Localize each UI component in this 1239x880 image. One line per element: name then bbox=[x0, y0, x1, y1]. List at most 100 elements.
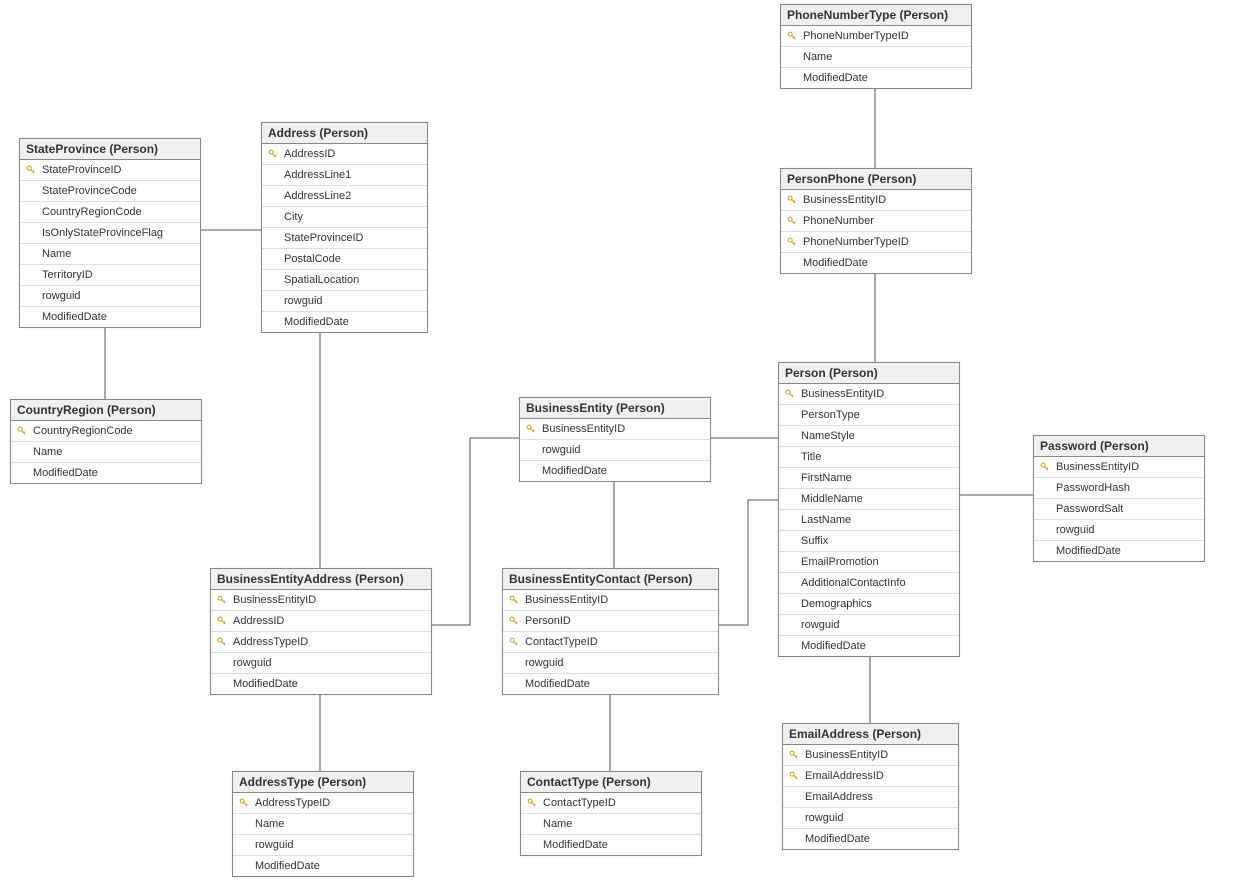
column-row[interactable]: rowguid bbox=[783, 808, 958, 829]
column-name: AddressTypeID bbox=[229, 636, 308, 648]
column-row[interactable]: Name bbox=[781, 47, 971, 68]
column-row[interactable]: Name bbox=[233, 814, 413, 835]
column-name: Name bbox=[539, 818, 572, 830]
column-row[interactable]: EmailAddress bbox=[783, 787, 958, 808]
column-row[interactable]: ModifiedDate bbox=[781, 68, 971, 88]
column-row[interactable]: ModifiedDate bbox=[20, 307, 200, 327]
column-row[interactable]: ModifiedDate bbox=[233, 856, 413, 876]
column-name: ModifiedDate bbox=[38, 311, 107, 323]
column-row[interactable]: AddressLine1 bbox=[262, 165, 427, 186]
column-row[interactable]: BusinessEntityID bbox=[503, 590, 718, 611]
column-row[interactable]: rowguid bbox=[520, 440, 710, 461]
entity-businessentityaddress[interactable]: BusinessEntityAddress (Person)BusinessEn… bbox=[210, 568, 432, 695]
column-row[interactable]: rowguid bbox=[20, 286, 200, 307]
column-row[interactable]: MiddleName bbox=[779, 489, 959, 510]
column-row[interactable]: LastName bbox=[779, 510, 959, 531]
column-row[interactable]: AddressLine2 bbox=[262, 186, 427, 207]
column-row[interactable]: BusinessEntityID bbox=[783, 745, 958, 766]
column-row[interactable]: Name bbox=[521, 814, 701, 835]
column-row[interactable]: FirstName bbox=[779, 468, 959, 489]
column-row[interactable]: Title bbox=[779, 447, 959, 468]
column-row[interactable]: AddressTypeID bbox=[211, 632, 431, 653]
entity-phonenumbertype[interactable]: PhoneNumberType (Person)PhoneNumberTypeI… bbox=[780, 4, 972, 89]
column-name: Name bbox=[29, 446, 62, 458]
column-row[interactable]: rowguid bbox=[779, 615, 959, 636]
entity-contacttype[interactable]: ContactType (Person)ContactTypeID Name Mod… bbox=[520, 771, 702, 856]
column-row[interactable]: AddressID bbox=[262, 144, 427, 165]
column-row[interactable]: rowguid bbox=[503, 653, 718, 674]
column-row[interactable]: Name bbox=[11, 442, 201, 463]
entity-addresstype[interactable]: AddressType (Person)AddressTypeIDNamerow… bbox=[232, 771, 414, 877]
entity-password[interactable]: Password (Person)BusinessEntityIDPasswor… bbox=[1033, 435, 1205, 562]
column-name: PhoneNumberTypeID bbox=[799, 30, 909, 42]
column-row[interactable]: BusinessEntityID bbox=[779, 384, 959, 405]
column-row[interactable]: AddressID bbox=[211, 611, 431, 632]
entity-person[interactable]: Person (Person)BusinessEntityIDPersonTyp… bbox=[778, 362, 960, 657]
entity-businessentity[interactable]: BusinessEntity (Person)BusinessEntityIDr… bbox=[519, 397, 711, 482]
column-row[interactable]: PhoneNumberTypeID bbox=[781, 26, 971, 47]
column-row[interactable]: CountryRegionCode bbox=[20, 202, 200, 223]
column-row[interactable]: ModifiedDate bbox=[520, 461, 710, 481]
entity-title: BusinessEntity (Person) bbox=[520, 398, 710, 419]
column-row[interactable]: ModifiedDate bbox=[521, 835, 701, 855]
column-row[interactable]: SpatialLocation bbox=[262, 270, 427, 291]
entity-title: PersonPhone (Person) bbox=[781, 169, 971, 190]
column-row[interactable]: ModifiedDate bbox=[783, 829, 958, 849]
entity-countryregion[interactable]: CountryRegion (Person)CountryRegionCodeN… bbox=[10, 399, 202, 484]
column-row[interactable]: PhoneNumber bbox=[781, 211, 971, 232]
entity-personphone[interactable]: PersonPhone (Person)BusinessEntityIDPhon… bbox=[780, 168, 972, 274]
column-row[interactable]: PhoneNumberTypeID bbox=[781, 232, 971, 253]
column-name: EmailPromotion bbox=[797, 556, 879, 568]
column-row[interactable]: rowguid bbox=[1034, 520, 1204, 541]
column-name: ModifiedDate bbox=[797, 640, 866, 652]
column-row[interactable]: IsOnlyStateProvinceFlag bbox=[20, 223, 200, 244]
column-name: PersonType bbox=[797, 409, 860, 421]
column-row[interactable]: Name bbox=[20, 244, 200, 265]
column-row[interactable]: ModifiedDate bbox=[781, 253, 971, 273]
entity-title: ContactType (Person) bbox=[521, 772, 701, 793]
column-row[interactable]: StateProvinceID bbox=[262, 228, 427, 249]
column-row[interactable]: rowguid bbox=[211, 653, 431, 674]
column-row[interactable]: PersonType bbox=[779, 405, 959, 426]
column-row[interactable]: ModifiedDate bbox=[503, 674, 718, 694]
column-row[interactable]: ModifiedDate bbox=[779, 636, 959, 656]
column-row[interactable]: PostalCode bbox=[262, 249, 427, 270]
column-row[interactable]: TerritoryID bbox=[20, 265, 200, 286]
column-row[interactable]: rowguid bbox=[262, 291, 427, 312]
entity-businessentitycontact[interactable]: BusinessEntityContact (Person)BusinessEn… bbox=[502, 568, 719, 695]
column-row[interactable]: PersonID bbox=[503, 611, 718, 632]
column-row[interactable]: StateProvinceCode bbox=[20, 181, 200, 202]
column-row[interactable]: CountryRegionCode bbox=[11, 421, 201, 442]
column-row[interactable]: AddressTypeID bbox=[233, 793, 413, 814]
primary-key-icon bbox=[785, 216, 799, 226]
entity-address[interactable]: Address (Person)AddressIDAddressLine1Add… bbox=[261, 122, 428, 333]
entity-stateprovince[interactable]: StateProvince (Person)StateProvinceIDSta… bbox=[19, 138, 201, 328]
column-row[interactable]: NameStyle bbox=[779, 426, 959, 447]
column-row[interactable]: StateProvinceID bbox=[20, 160, 200, 181]
column-name: PhoneNumberTypeID bbox=[799, 236, 909, 248]
column-row[interactable]: ContactTypeID bbox=[521, 793, 701, 814]
column-row[interactable]: Suffix bbox=[779, 531, 959, 552]
column-row[interactable]: BusinessEntityID bbox=[211, 590, 431, 611]
column-row[interactable]: ModifiedDate bbox=[1034, 541, 1204, 561]
column-row[interactable]: BusinessEntityID bbox=[520, 419, 710, 440]
primary-key-icon bbox=[785, 195, 799, 205]
column-row[interactable]: ContactTypeID bbox=[503, 632, 718, 653]
column-row[interactable]: rowguid bbox=[233, 835, 413, 856]
column-row[interactable]: PasswordSalt bbox=[1034, 499, 1204, 520]
entity-emailaddress[interactable]: EmailAddress (Person)BusinessEntityIDEma… bbox=[782, 723, 959, 850]
column-row[interactable]: BusinessEntityID bbox=[781, 190, 971, 211]
column-row[interactable]: ModifiedDate bbox=[11, 463, 201, 483]
column-row[interactable]: ModifiedDate bbox=[211, 674, 431, 694]
column-row[interactable]: BusinessEntityID bbox=[1034, 457, 1204, 478]
column-row[interactable]: Demographics bbox=[779, 594, 959, 615]
column-row[interactable]: EmailPromotion bbox=[779, 552, 959, 573]
primary-key-icon bbox=[215, 616, 229, 626]
column-row[interactable]: PasswordHash bbox=[1034, 478, 1204, 499]
column-row[interactable]: AdditionalContactInfo bbox=[779, 573, 959, 594]
column-row[interactable]: City bbox=[262, 207, 427, 228]
column-row[interactable]: ModifiedDate bbox=[262, 312, 427, 332]
column-name: BusinessEntityID bbox=[1052, 461, 1139, 473]
column-name: Name bbox=[251, 818, 284, 830]
column-row[interactable]: EmailAddressID bbox=[783, 766, 958, 787]
